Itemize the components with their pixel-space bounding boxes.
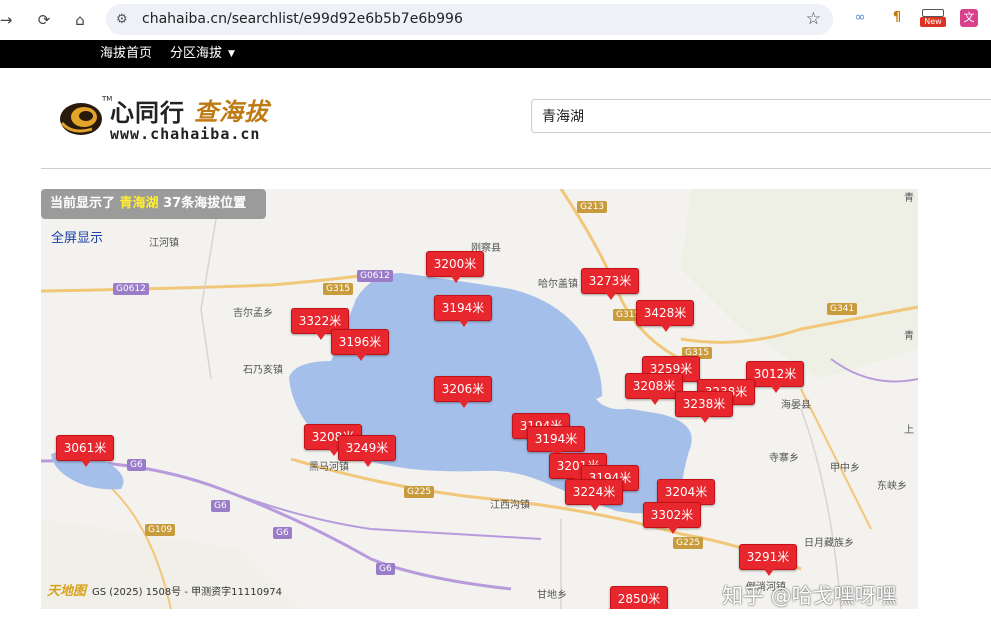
extension-paragraph-icon[interactable]: ¶ [888, 9, 906, 27]
site-logo[interactable]: TM 心同行 查海拔 www.chahaiba.cn [58, 93, 288, 145]
elevation-marker[interactable]: 2850米 [610, 586, 668, 609]
watermark: 知乎 @哈戈嘿呀嘿 [722, 584, 897, 608]
nav-regions-label: 分区海拔 [170, 46, 223, 61]
elevation-marker[interactable]: 3249米 [338, 435, 396, 467]
map-provider-logo: 天地图 [47, 584, 87, 599]
new-badge: New [920, 17, 946, 27]
fullscreen-link[interactable]: 全屏显示 [51, 227, 103, 246]
place-label: 江西沟镇 [490, 500, 530, 511]
elevation-marker[interactable]: 3273米 [581, 268, 639, 300]
home-icon[interactable]: ⌂ [68, 8, 92, 32]
elevation-marker[interactable]: 3302米 [643, 502, 701, 534]
extension-translate-icon[interactable]: 文 [960, 9, 978, 27]
browser-toolbar: → ⟳ ⌂ ⚙ chahaiba.cn/searchlist/e99d92e6b… [0, 0, 991, 40]
place-label: 哈尔盖镇 [538, 279, 578, 290]
info-suffix: 37条海拔位置 [163, 196, 247, 211]
forward-icon[interactable]: → [0, 8, 18, 32]
info-prefix: 当前显示了 [50, 196, 116, 211]
place-label: 海晏县 [781, 400, 811, 411]
elevation-marker[interactable]: 3200米 [426, 251, 484, 283]
road-shield: G0612 [113, 283, 149, 295]
extension-new-icon[interactable]: New [920, 9, 946, 27]
elevation-marker[interactable]: 3238米 [675, 391, 733, 423]
elevation-marker[interactable]: 3194米 [527, 426, 585, 458]
elevation-marker[interactable]: 3291米 [739, 544, 797, 576]
elevation-marker[interactable]: 3194米 [434, 295, 492, 327]
place-label: 寺寨乡 [769, 453, 799, 464]
logo-brand-text: 心同行 [110, 99, 185, 127]
url-text[interactable]: chahaiba.cn/searchlist/e99d92e6b5b7e6b99… [142, 4, 463, 35]
place-label: 上 [904, 425, 914, 436]
info-query: 青海湖 [119, 196, 159, 211]
elevation-marker[interactable]: 3224米 [565, 479, 623, 511]
reload-icon[interactable]: ⟳ [32, 8, 56, 32]
place-label: 甘地乡 [537, 590, 567, 601]
nav-home-link[interactable]: 海拔首页 [100, 40, 152, 68]
map-license-text: GS (2025) 1508号 - 甲测资字11110974 [92, 587, 283, 598]
site-settings-icon[interactable]: ⚙ [116, 12, 132, 28]
caret-down-icon: ▼ [228, 49, 235, 59]
map-attribution: 天地图 GS (2025) 1508号 - 甲测资字11110974 [47, 580, 282, 599]
place-label: 青 [904, 193, 914, 204]
map-view[interactable]: 当前显示了 青海湖 37条海拔位置 全屏显示 江河镇 刚察县 哈尔盖镇 吉尔孟乡… [41, 189, 918, 609]
elevation-marker[interactable]: 3206米 [434, 376, 492, 408]
elevation-marker[interactable]: 3061米 [56, 435, 114, 467]
road-shield: G341 [827, 303, 858, 315]
elevation-marker[interactable]: 3428米 [636, 300, 694, 332]
extension-link-icon[interactable]: ∞ [851, 9, 869, 27]
address-bar[interactable]: ⚙ chahaiba.cn/searchlist/e99d92e6b5b7e6b… [106, 4, 833, 35]
logo-url-text: www.chahaiba.cn [110, 125, 261, 143]
place-label: 甲中乡 [830, 463, 860, 474]
bookmark-star-icon[interactable]: ☆ [806, 4, 821, 35]
place-label: 江河镇 [149, 238, 179, 249]
road-shield: G315 [323, 283, 354, 295]
road-shield: G109 [145, 524, 176, 536]
result-count-pill: 当前显示了 青海湖 37条海拔位置 [41, 189, 266, 219]
place-label: 吉尔孟乡 [233, 308, 273, 319]
elevation-marker[interactable]: 3196米 [331, 329, 389, 361]
road-shield: G225 [673, 537, 704, 549]
road-shield: G6 [211, 500, 230, 512]
nav-regions-dropdown[interactable]: 分区海拔 ▼ [170, 40, 235, 68]
road-shield: G6 [127, 459, 146, 471]
logo-swirl-icon [60, 103, 102, 135]
header-divider [41, 168, 991, 169]
logo-site-text: 查海拔 [194, 98, 269, 126]
road-shield: G6 [376, 563, 395, 575]
road-shield: G225 [404, 486, 435, 498]
search-input[interactable] [531, 99, 991, 133]
site-nav-bar: 海拔首页 分区海拔 ▼ [0, 40, 991, 68]
place-label: 日月藏族乡 [804, 538, 854, 549]
place-label: 青 [904, 331, 914, 342]
road-shield: G0612 [357, 270, 393, 282]
road-shield: G213 [577, 201, 608, 213]
place-label: 东峡乡 [877, 481, 907, 492]
road-shield: G6 [273, 527, 292, 539]
place-label: 石乃亥镇 [243, 365, 283, 376]
